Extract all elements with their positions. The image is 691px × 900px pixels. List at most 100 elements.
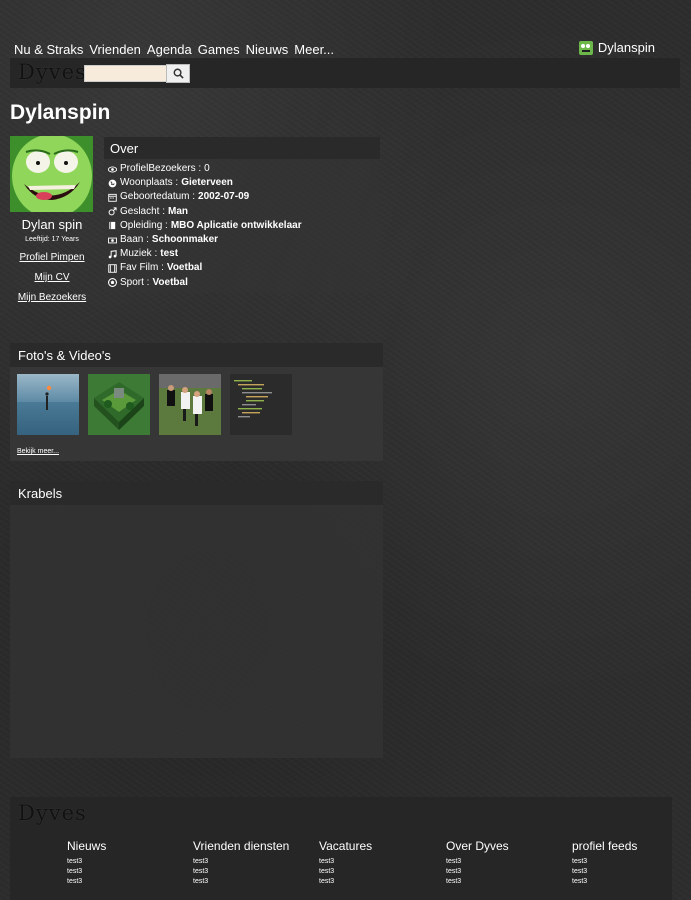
footer-link[interactable]: test3 <box>446 877 509 887</box>
info-label: Fav Film : <box>120 262 164 274</box>
footer-link[interactable]: test3 <box>67 857 106 867</box>
info-label: Geboortedatum : <box>120 191 196 203</box>
info-label: Opleiding : <box>120 219 168 231</box>
footer-column-title: profiel feeds <box>572 839 638 853</box>
over-list: ProfielBezoekers : 0 Woonplaats : Gieter… <box>104 159 380 293</box>
footer-column-title: Vacatures <box>319 839 373 853</box>
info-value: Schoonmaker <box>151 234 219 246</box>
footer-column-title: Over Dyves <box>446 839 509 853</box>
footer-column-over-dyves: Over Dyves test3 test3 test3 <box>446 839 509 887</box>
info-row-opleiding: Opleiding : MBO Aplicatie ontwikkelaar <box>108 219 376 233</box>
footer: Dyves Nieuws test3 test3 test3 Vrienden … <box>10 797 672 900</box>
footer-link[interactable]: test3 <box>67 867 106 877</box>
info-label: Woonplaats : <box>120 177 179 189</box>
music-icon <box>108 249 117 259</box>
film-icon <box>108 264 117 273</box>
info-value: Man <box>168 205 189 217</box>
footer-link[interactable]: test3 <box>319 867 372 877</box>
search-button[interactable] <box>166 64 190 83</box>
info-value: Voetbal <box>152 276 188 288</box>
user-avatar-icon <box>578 40 593 55</box>
search-bar: Dyves <box>10 58 680 88</box>
footer-link[interactable]: test3 <box>193 877 289 887</box>
profile-age: Leeftijd: 17 Years <box>25 236 79 243</box>
nav-nieuws[interactable]: Nieuws <box>246 42 289 57</box>
nav-agenda[interactable]: Agenda <box>147 42 192 57</box>
info-label: Baan : <box>120 234 149 246</box>
footer-link[interactable]: test3 <box>446 857 509 867</box>
over-panel: Over ProfielBezoekers : 0 Woonplaats : G… <box>104 137 380 293</box>
footer-link[interactable]: test3 <box>67 877 106 887</box>
profile-avatar <box>10 136 93 212</box>
photo-thumb-sea[interactable] <box>17 374 79 435</box>
info-row-muziek: Muziek : test <box>108 247 376 261</box>
info-label: ProfielBezoekers : <box>120 163 202 174</box>
info-label: Muziek : <box>120 248 158 260</box>
eye-icon <box>108 166 117 173</box>
info-row-geboortedatum: Geboortedatum : 2002-07-09 <box>108 190 376 204</box>
footer-column-title: Vrienden diensten <box>193 839 290 853</box>
info-label: Geslacht : <box>120 205 166 217</box>
footer-column-vacatures: Vacatures test3 test3 test3 <box>319 839 372 887</box>
info-label: Sport : <box>120 276 150 288</box>
info-row-profielbezoekers: ProfielBezoekers : 0 <box>108 162 376 176</box>
page-title: Dylanspin <box>10 101 111 124</box>
info-value: test <box>160 248 179 260</box>
male-icon <box>108 207 117 216</box>
mijn-bezoekers-link[interactable]: Mijn Bezoekers <box>10 292 94 303</box>
info-value: Gieterveen <box>181 177 233 189</box>
krabels-body <box>10 505 383 758</box>
money-icon <box>108 237 117 243</box>
photo-thumb-lego[interactable] <box>88 374 150 435</box>
user-name: Dylanspin <box>597 40 655 55</box>
profile-sidebar: Dylan spin Leeftijd: 17 Years Profiel Pi… <box>10 136 94 303</box>
photos-title: Foto's & Video's <box>10 343 383 367</box>
info-value: 2002-07-09 <box>198 191 250 203</box>
info-value: 0 <box>204 163 210 174</box>
info-row-geslacht: Geslacht : Man <box>108 205 376 219</box>
photo-thumb-code[interactable] <box>230 374 292 435</box>
search-icon <box>173 68 184 79</box>
krabels-panel: Krabels <box>10 481 383 758</box>
info-row-sport: Sport : Voetbal <box>108 276 376 290</box>
search-input[interactable] <box>84 65 168 82</box>
footer-link[interactable]: test3 <box>193 867 289 877</box>
nav-meer[interactable]: Meer... <box>294 42 334 57</box>
book-icon <box>109 222 116 230</box>
footer-column-profiel-feeds: profiel feeds test3 test3 test3 <box>572 839 637 887</box>
bekijk-meer-link[interactable]: Bekijk meer... <box>17 448 59 455</box>
footer-link[interactable]: test3 <box>319 857 372 867</box>
info-row-woonplaats: Woonplaats : Gieterveen <box>108 176 376 190</box>
info-row-baan: Baan : Schoonmaker <box>108 233 376 247</box>
krabels-title: Krabels <box>10 481 383 505</box>
photos-panel: Foto's & Video's Bekijk meer... <box>10 343 383 461</box>
over-title: Over <box>104 137 380 159</box>
info-row-fav-film: Fav Film : Voetbal <box>108 261 376 275</box>
photos-grid: Bekijk meer... <box>10 367 383 461</box>
mijn-cv-link[interactable]: Mijn CV <box>10 272 94 283</box>
soccer-ball-icon <box>108 278 117 288</box>
nav-games[interactable]: Games <box>198 42 240 57</box>
calendar-icon <box>108 193 117 202</box>
nav-nu-straks[interactable]: Nu & Straks <box>14 42 83 57</box>
main-nav: Nu & Straks Vrienden Agenda Games Nieuws… <box>14 42 334 57</box>
footer-link[interactable]: test3 <box>319 877 372 887</box>
footer-link[interactable]: test3 <box>193 857 289 867</box>
site-logo[interactable]: Dyves <box>18 60 87 84</box>
info-value: Voetbal <box>166 262 203 274</box>
footer-column-vrienden-diensten: Vrienden diensten test3 test3 test3 <box>193 839 289 887</box>
profiel-pimpen-link[interactable]: Profiel Pimpen <box>10 252 94 263</box>
user-menu[interactable]: Dylanspin <box>578 40 655 55</box>
nav-vrienden[interactable]: Vrienden <box>89 42 141 57</box>
profile-display-name: Dylan spin <box>21 217 83 232</box>
globe-icon <box>108 179 117 188</box>
footer-logo[interactable]: Dyves <box>18 801 87 825</box>
footer-link[interactable]: test3 <box>572 877 637 887</box>
photo-thumb-rugby[interactable] <box>159 374 221 435</box>
footer-column-title: Nieuws <box>67 839 107 853</box>
footer-column-nieuws: Nieuws test3 test3 test3 <box>67 839 106 887</box>
info-value: MBO Aplicatie ontwikkelaar <box>170 219 302 231</box>
footer-link[interactable]: test3 <box>446 867 509 877</box>
footer-link[interactable]: test3 <box>572 857 637 867</box>
footer-link[interactable]: test3 <box>572 867 637 877</box>
